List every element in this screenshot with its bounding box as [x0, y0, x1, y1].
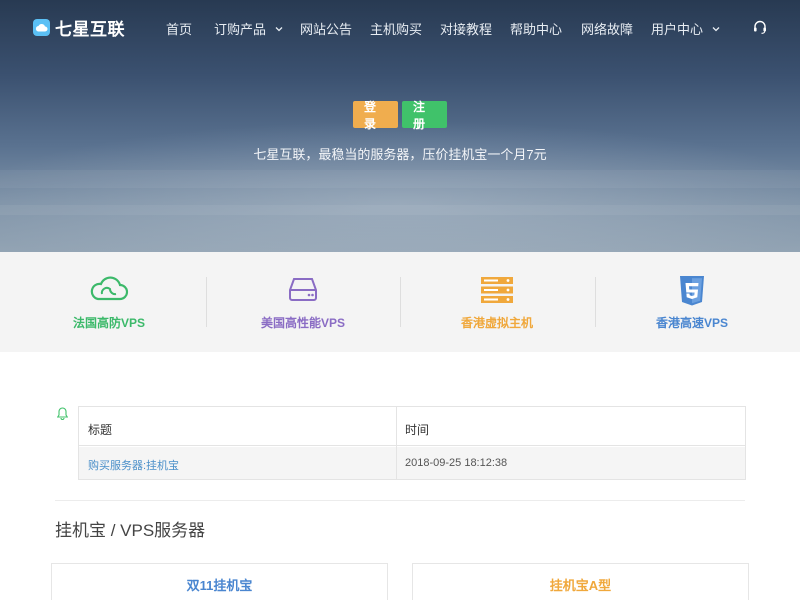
headset-icon[interactable]	[752, 19, 768, 35]
nav-item-tutorials[interactable]: 对接教程	[440, 19, 492, 38]
feature-label: 香港高速VPS	[655, 316, 728, 330]
feature-us-vps[interactable]: 美国高性能VPS	[206, 252, 400, 352]
nav-item-label: 订购产品	[214, 22, 267, 37]
section-divider	[55, 500, 745, 501]
nav-item-label: 网络故障	[581, 22, 634, 37]
feature-hk-fast-vps[interactable]: 香港高速VPS	[595, 252, 789, 352]
chevron-down-icon	[275, 26, 283, 31]
hard-drive-icon	[289, 278, 317, 301]
nav-item-home[interactable]: 首页	[166, 19, 192, 38]
column-divider	[396, 407, 397, 479]
site-logo[interactable]: 七星互联	[33, 15, 125, 40]
login-button[interactable]: 登录	[353, 100, 398, 131]
feature-france-vps[interactable]: 法国高防VPS	[12, 252, 206, 352]
nav-item-buy-host[interactable]: 主机购买	[370, 19, 422, 38]
hero-streak	[0, 170, 800, 188]
nav-item-announcements[interactable]: 网站公告	[300, 19, 352, 38]
nav-item-help-center[interactable]: 帮助中心	[510, 19, 562, 38]
nav-item-label: 帮助中心	[510, 22, 563, 37]
top-navbar: 七星互联 首页 订购产品 网站公告 主机购买 对接教程 帮助中心 网络故障 用户…	[0, 0, 800, 54]
bell-icon	[57, 407, 68, 420]
nav-item-label: 首页	[166, 22, 193, 37]
nav-item-order-products[interactable]: 订购产品	[214, 19, 284, 38]
hero-banner: 七星互联 首页 订购产品 网站公告 主机购买 对接教程 帮助中心 网络故障 用户…	[0, 0, 800, 252]
products-section-title: 挂机宝 / VPS服务器	[55, 521, 206, 540]
nav-item-label: 网站公告	[300, 22, 353, 37]
feature-hk-virtual-host[interactable]: 香港虚拟主机	[400, 252, 594, 352]
feature-strip: 法国高防VPS 美国高性能VPS 香港虚拟主机 香港高速VPS	[0, 252, 800, 352]
html5-icon	[680, 276, 704, 306]
nav-item-user-center[interactable]: 用户中心	[651, 19, 721, 38]
chevron-down-icon	[712, 26, 720, 31]
notice-link[interactable]: 购买服务器:挂机宝	[88, 457, 179, 473]
hero-streak	[0, 205, 800, 215]
cloud-logo-icon	[33, 19, 50, 36]
product-card-title: 双11挂机宝	[186, 578, 253, 593]
register-button[interactable]: 注册	[402, 100, 447, 131]
cloud-icon	[90, 276, 129, 301]
feature-label: 美国高性能VPS	[260, 316, 345, 330]
column-header-time: 时间	[405, 423, 430, 437]
hero-tagline: 七星互联，最稳当的服务器，压价挂机宝一个月7元	[253, 147, 547, 162]
feature-label: 香港虚拟主机	[460, 316, 533, 330]
notice-time: 2018-09-25 18:12:38	[405, 457, 508, 469]
table-header-row: 标题 时间	[79, 407, 745, 446]
brand-name: 七星互联	[55, 20, 125, 39]
product-card[interactable]: 挂机宝A型	[412, 563, 749, 600]
hero-auth-buttons: 登录 注册	[353, 100, 447, 131]
notice-table: 标题 时间 购买服务器:挂机宝 2018-09-25 18:12:38	[78, 406, 746, 480]
nav-item-label: 主机购买	[370, 22, 423, 37]
product-card[interactable]: 双11挂机宝	[51, 563, 388, 600]
feature-label: 法国高防VPS	[72, 316, 145, 330]
nav-item-label: 用户中心	[651, 22, 704, 37]
product-card-title: 挂机宝A型	[549, 578, 612, 593]
table-row: 购买服务器:挂机宝 2018-09-25 18:12:38	[79, 447, 745, 479]
nav-item-network-issues[interactable]: 网络故障	[581, 19, 633, 38]
nav-item-label: 对接教程	[440, 22, 493, 37]
column-header-title: 标题	[88, 423, 113, 437]
server-rack-icon	[481, 277, 513, 303]
